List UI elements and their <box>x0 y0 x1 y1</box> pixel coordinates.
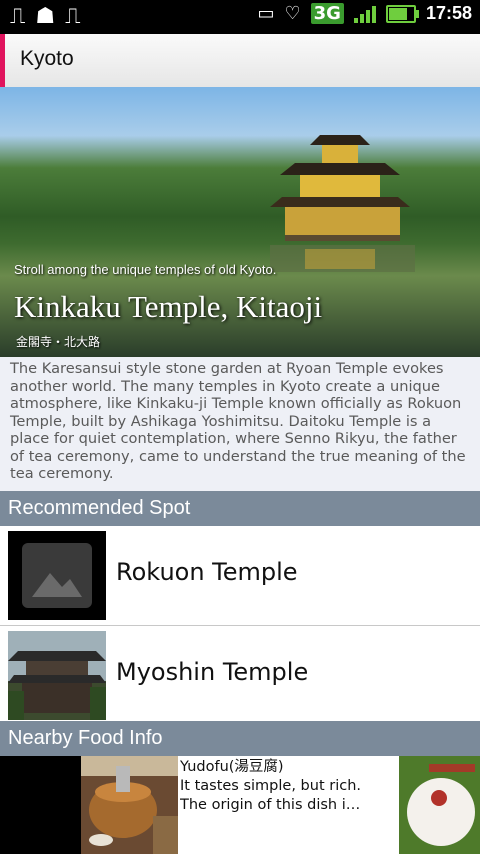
spot-name: Myoshin Temple <box>116 658 309 686</box>
food-line1: It tastes simple, but rich. <box>180 778 361 794</box>
page-title: Kyoto <box>20 47 74 70</box>
title-accent <box>0 34 5 87</box>
list-item[interactable]: Rokuon Temple <box>0 526 480 626</box>
usb-icon: ⎍ <box>10 4 26 29</box>
usb-debug-icon: ⎍ <box>65 4 81 29</box>
hero-title: Kinkaku Temple, Kitaoji <box>14 289 323 324</box>
food-photo <box>399 756 480 854</box>
list-item[interactable]: Myoshin Temple <box>0 626 480 726</box>
food-banner[interactable]: Yudofu(湯豆腐) It tastes simple, but rich. … <box>0 756 480 854</box>
nearby-food-heading: Nearby Food Info <box>0 721 480 756</box>
hero-tagline: Stroll among the unique temples of old K… <box>14 262 277 277</box>
food-text: Yudofu(湯豆腐) It tastes simple, but rich. … <box>178 756 399 854</box>
status-bar: ⎍ ☗ ⎍ ▭ ♡ 3G 17:58 <box>0 0 480 34</box>
voicemail-icon: ▭ <box>257 3 275 24</box>
yudofu-photo <box>81 756 178 854</box>
spot-name: Rokuon Temple <box>116 558 298 586</box>
hero-subtitle: 金閣寺・北大路 <box>16 335 101 349</box>
food-line2: The origin of this dish i… <box>180 797 361 813</box>
placeholder-image-icon <box>8 531 106 620</box>
signal-icon <box>353 5 376 23</box>
clock: 17:58 <box>425 3 472 23</box>
hero-banner[interactable]: Stroll among the unique temples of old K… <box>0 87 480 357</box>
recommended-spot-heading: Recommended Spot <box>0 491 480 526</box>
android-icon: ☗ <box>35 4 56 29</box>
network-type: 3G <box>310 3 344 24</box>
description-text: The Karesansui style stone garden at Ryo… <box>0 357 480 491</box>
heart-sync-icon: ♡ <box>284 3 301 24</box>
app-title-bar: Kyoto <box>0 34 480 88</box>
food-title: Yudofu(湯豆腐) <box>180 759 284 775</box>
temple-photo <box>8 631 106 720</box>
battery-icon <box>385 4 419 23</box>
golden-pavilion-image <box>270 135 415 272</box>
